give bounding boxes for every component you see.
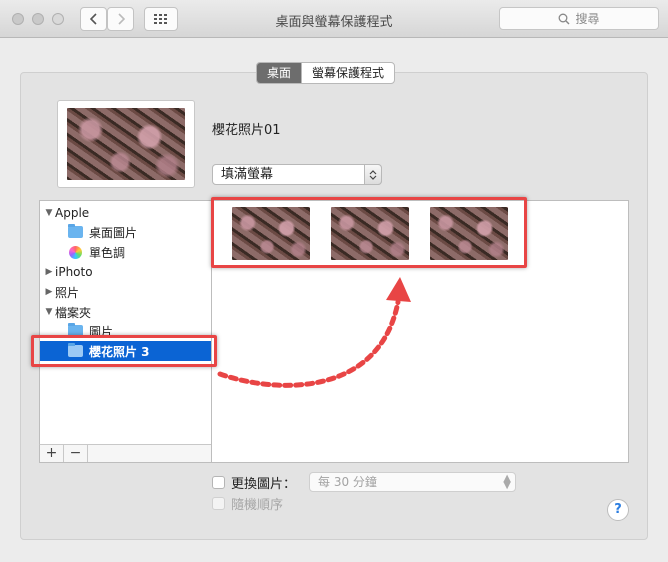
updown-arrows-icon	[364, 164, 382, 185]
search-field[interactable]: 搜尋	[499, 7, 659, 30]
source-list-toolbar: + −	[39, 444, 212, 463]
disclosure-open-icon[interactable]: ▼	[43, 208, 55, 218]
tab-screen-saver[interactable]: 螢幕保護程式	[301, 63, 394, 83]
fit-option-select[interactable]: 填滿螢幕	[212, 164, 382, 185]
thumbnails-highlight	[211, 197, 527, 268]
current-desktop-preview	[57, 100, 195, 188]
random-order-option[interactable]: 隨機順序	[212, 494, 283, 513]
help-button[interactable]: ?	[607, 499, 629, 521]
sidebar-item-folders[interactable]: ▼ 檔案夾	[40, 302, 211, 322]
tab-desktop[interactable]: 桌面	[257, 63, 302, 83]
add-folder-button[interactable]: +	[40, 445, 64, 462]
interval-value: 每 30 分鐘	[318, 475, 377, 489]
change-picture-label: 更換圖片：	[231, 477, 297, 492]
disclosure-closed-icon[interactable]: ▶	[43, 267, 55, 277]
selected-folder-highlight	[31, 335, 217, 367]
sidebar-item-label: iPhoto	[55, 265, 93, 279]
sidebar-item-label: Apple	[55, 206, 90, 220]
disclosure-closed-icon[interactable]: ▶	[43, 287, 55, 297]
sidebar-item-photos[interactable]: ▶ 照片	[40, 282, 211, 302]
sidebar-item-label: 照片	[55, 285, 80, 300]
change-picture-checkbox[interactable]	[212, 476, 225, 489]
preview-image	[67, 108, 185, 180]
sidebar-item-solid-colors[interactable]: 單色調	[40, 242, 211, 262]
disclosure-open-icon[interactable]: ▼	[43, 307, 55, 317]
title-bar: 桌面與螢幕保護程式 搜尋	[0, 0, 668, 38]
remove-folder-button[interactable]: −	[64, 445, 88, 462]
random-order-checkbox[interactable]	[212, 497, 225, 510]
current-photo-name: 櫻花照片01	[212, 123, 281, 138]
sidebar-item-desktop-pictures[interactable]: 桌面圖片	[40, 222, 211, 242]
folder-icon	[68, 224, 83, 238]
sidebar-item-label: 桌面圖片	[89, 225, 138, 240]
sidebar-item-label: 單色調	[89, 245, 126, 260]
interval-select[interactable]: 每 30 分鐘 ▲ ▼	[309, 472, 516, 492]
fit-option-value: 填滿螢幕	[221, 167, 274, 182]
random-order-label: 隨機順序	[231, 498, 284, 513]
search-placeholder: 搜尋	[575, 12, 600, 26]
sidebar-item-apple[interactable]: ▼ Apple	[40, 203, 211, 223]
change-picture-option[interactable]: 更換圖片：	[212, 473, 296, 492]
search-icon	[559, 13, 570, 24]
color-wheel-icon	[69, 245, 82, 259]
sidebar-item-label: 檔案夾	[55, 305, 92, 320]
source-list: ▼ Apple 桌面圖片 單色調 ▶ iPhoto ▶ 照片 ▼ 檔案夾 圖片 …	[39, 200, 212, 463]
sidebar-item-iphoto[interactable]: ▶ iPhoto	[40, 262, 211, 282]
tab-bar: 桌面 螢幕保護程式	[256, 62, 396, 84]
updown-arrows-icon: ▲ ▼	[503, 473, 511, 491]
